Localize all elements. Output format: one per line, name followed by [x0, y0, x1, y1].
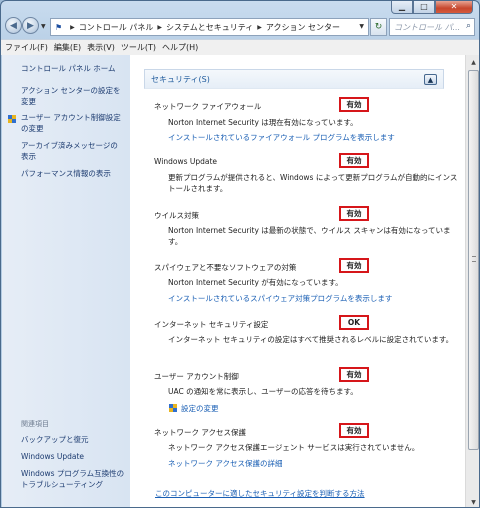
refresh-icon: ↻: [374, 22, 383, 32]
window: ▁ □ ✕ ◀ ▶ ▼ ⚑ ▶ コントロール パネル ▶ システムとセキュリティ…: [0, 0, 480, 508]
address-bar[interactable]: ⚑ ▶ コントロール パネル ▶ システムとセキュリティ ▶ アクション センタ…: [50, 18, 369, 36]
chevron-up-icon: ▲: [471, 58, 476, 66]
breadcrumb-action-center[interactable]: アクション センター: [266, 22, 340, 33]
link-view-spyware-programs[interactable]: インストールされているスパイウェア対策プログラムを表示します: [168, 293, 392, 304]
menu-view[interactable]: 表示(V): [87, 42, 115, 53]
search-placeholder: コントロール パ...: [394, 22, 461, 32]
item-title-spyware: スパイウェアと不要なソフトウェアの対策: [154, 263, 297, 272]
refresh-button[interactable]: ↻: [370, 18, 387, 36]
back-arrow-icon: ◀: [10, 20, 17, 31]
item-title-internet-security: インターネット セキュリティ設定: [154, 320, 269, 329]
item-desc-firewall: Norton Internet Security は現在有効になっています。: [168, 118, 358, 127]
breadcrumb-control-panel[interactable]: コントロール パネル: [79, 22, 154, 33]
title-bar[interactable]: ▁ □ ✕: [1, 1, 479, 15]
link-change-settings[interactable]: 設定の変更: [181, 403, 219, 414]
related-title: 関連項目: [21, 420, 49, 428]
chevron-up-icon: ▲: [427, 75, 434, 84]
chevron-right-icon[interactable]: ▶: [257, 24, 262, 31]
search-input[interactable]: コントロール パ... ⌕: [389, 18, 475, 36]
menu-bar: ファイル(F) 編集(E) 表示(V) ツール(T) ヘルプ(H): [1, 39, 479, 55]
menu-tools[interactable]: ツール(T): [121, 42, 156, 53]
sidebar-control-panel-home[interactable]: コントロール パネル ホーム: [21, 64, 125, 75]
scroll-down-button[interactable]: ▼: [466, 495, 479, 507]
item-desc-nap: ネットワーク アクセス保護エージェント サービスは実行されていません。: [168, 443, 420, 452]
chevron-right-icon[interactable]: ▶: [70, 24, 75, 31]
item-title-windows-update: Windows Update: [154, 157, 218, 166]
menu-edit[interactable]: 編集(E): [54, 42, 81, 53]
minimize-icon: ▁: [398, 2, 406, 11]
menu-help[interactable]: ヘルプ(H): [162, 42, 198, 53]
scroll-up-button[interactable]: ▲: [466, 55, 479, 69]
action-center-flag-icon: ⚑: [55, 22, 63, 32]
sidebar-change-action-center-settings[interactable]: アクション センターの設定を変更: [21, 86, 125, 107]
main-panel: セキュリティ(S) ▲ ネットワーク ファイアウォール 有効 Norton In…: [130, 55, 466, 507]
sidebar-performance-info[interactable]: パフォーマンス情報の表示: [21, 169, 125, 180]
close-icon: ✕: [450, 2, 458, 11]
content-area: コントロール パネル ホーム アクション センターの設定を変更 ユーザー アカウ…: [2, 55, 479, 507]
sidebar-archived-messages[interactable]: アーカイブ済みメッセージの表示: [21, 141, 125, 162]
maximize-icon: □: [420, 2, 428, 11]
status-badge: 有効: [339, 258, 369, 273]
item-title-nap: ネットワーク アクセス保護: [154, 428, 247, 437]
close-button[interactable]: ✕: [435, 1, 473, 14]
forward-arrow-icon: ▶: [27, 20, 34, 31]
link-view-firewall-programs[interactable]: インストールされているファイアウォール プログラムを表示します: [168, 132, 395, 143]
status-badge: 有効: [339, 423, 369, 438]
recent-pages-dropdown[interactable]: ▼: [41, 23, 46, 30]
vertical-scrollbar[interactable]: ▲ ▼: [465, 55, 479, 507]
breadcrumb-system-security[interactable]: システムとセキュリティ: [166, 22, 253, 33]
item-desc-uac: UAC の通知を常に表示し、ユーザーの応答を待ちます。: [168, 387, 358, 396]
back-button[interactable]: ◀: [5, 17, 22, 34]
status-badge: 有効: [339, 153, 369, 168]
search-icon[interactable]: ⌕: [466, 21, 471, 31]
sidebar: コントロール パネル ホーム アクション センターの設定を変更 ユーザー アカウ…: [2, 55, 130, 507]
status-badge: 有効: [339, 367, 369, 382]
item-desc-windows-update: 更新プログラムが提供されると、Windows によって更新プログラムが自動的にイ…: [168, 173, 458, 193]
window-controls: ▁ □ ✕: [391, 1, 473, 14]
section-title[interactable]: セキュリティ(S): [151, 74, 210, 85]
uac-shield-icon: [8, 115, 16, 123]
link-nap-details[interactable]: ネットワーク アクセス保護の詳細: [168, 458, 283, 469]
item-title-antivirus: ウイルス対策: [154, 211, 199, 220]
item-desc-antivirus: Norton Internet Security は最新の状態で、ウイルス スキ…: [168, 226, 451, 246]
grip-icon: [472, 256, 476, 262]
security-section-header[interactable]: セキュリティ(S) ▲: [144, 69, 444, 89]
status-badge: 有効: [339, 97, 369, 112]
item-title-firewall: ネットワーク ファイアウォール: [154, 102, 262, 111]
forward-button[interactable]: ▶: [22, 17, 39, 34]
minimize-button[interactable]: ▁: [391, 1, 413, 14]
menu-file[interactable]: ファイル(F): [5, 42, 48, 53]
collapse-button[interactable]: ▲: [424, 74, 437, 85]
chevron-right-icon[interactable]: ▶: [157, 24, 162, 31]
link-security-settings-help[interactable]: このコンピューターに適したセキュリティ設定を判断する方法: [155, 488, 365, 499]
status-badge: 有効: [339, 206, 369, 221]
sidebar-backup-restore[interactable]: バックアップと復元: [21, 435, 125, 446]
status-badge: OK: [339, 315, 369, 330]
navigation-bar: ◀ ▶ ▼ ⚑ ▶ コントロール パネル ▶ システムとセキュリティ ▶ アクシ…: [1, 15, 479, 39]
chevron-down-icon: ▼: [471, 498, 476, 506]
sidebar-compat-troubleshooting[interactable]: Windows プログラム互換性のトラブルシューティング: [21, 469, 125, 490]
item-title-uac: ユーザー アカウント制御: [154, 372, 239, 381]
item-desc-spyware: Norton Internet Security が有効になっています。: [168, 278, 343, 287]
scroll-thumb[interactable]: [468, 70, 479, 450]
uac-shield-icon: [169, 404, 177, 412]
sidebar-windows-update[interactable]: Windows Update: [21, 452, 125, 463]
sidebar-change-uac-settings[interactable]: ユーザー アカウント制御設定の変更: [21, 113, 125, 134]
address-dropdown-icon[interactable]: ▼: [359, 23, 364, 30]
maximize-button[interactable]: □: [413, 1, 435, 14]
item-desc-internet-security: インターネット セキュリティの設定はすべて推奨されるレベルに設定されています。: [168, 335, 454, 344]
